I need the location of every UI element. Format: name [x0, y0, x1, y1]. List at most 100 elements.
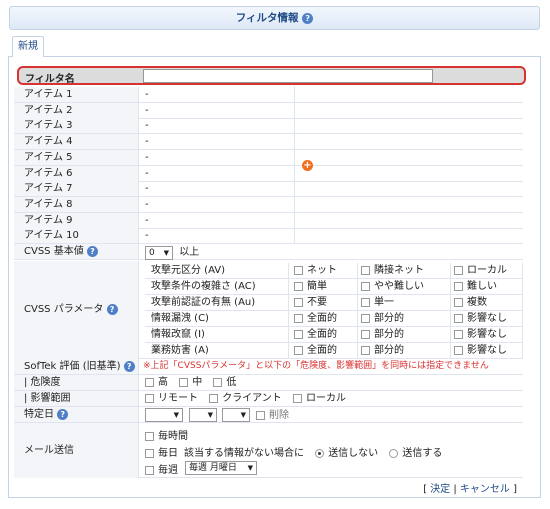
ok-link[interactable]: 決定	[430, 484, 450, 495]
softek-row: SofTek 評価 (旧基準) ? ※上記「CVSSパラメータ」と以下の「危険度…	[14, 359, 523, 375]
item-row: アイテム 4-	[14, 134, 523, 151]
weekday-select[interactable]: 毎週 月曜日 ▼	[185, 461, 257, 475]
danger-label: | 危険度	[24, 377, 61, 388]
no-send-radio[interactable]	[315, 448, 325, 458]
cvss-params-block: CVSS パラメータ ? 攻撃元区分 (AV) ネット 隣接ネット ローカル 攻撃条件の…	[14, 261, 523, 359]
cvss-option-checkbox[interactable]	[454, 313, 463, 323]
scope-client-checkbox[interactable]	[209, 393, 219, 403]
item-value: -	[145, 104, 149, 116]
mail-hourly-checkbox[interactable]	[145, 431, 154, 441]
item-row: アイテム 2-	[14, 102, 523, 119]
cvss-option-label: 全面的	[307, 329, 337, 340]
item-value: -	[145, 136, 149, 148]
softek-label: SofTek 評価 (旧基準)	[24, 361, 121, 372]
chevron-down-icon: ▼	[163, 249, 169, 257]
help-icon[interactable]: ?	[123, 360, 135, 372]
danger-low-checkbox[interactable]	[213, 377, 223, 387]
cvss-param-label: 業務妨害 (A)	[145, 343, 289, 358]
item-value: -	[145, 120, 149, 132]
cvss-param-label: 攻撃元区分 (AV)	[145, 263, 289, 278]
date-year-select[interactable]: ▼	[145, 408, 183, 422]
footer: [ 決定 | キャンセル ]	[423, 484, 517, 495]
date-delete-checkbox[interactable]	[256, 410, 265, 420]
cvss-param-row: 攻撃条件の複雑さ (AC) 簡単 やや難しい 難しい	[145, 279, 523, 295]
cvss-option-label: 影響なし	[467, 345, 507, 356]
chevron-down-icon: ▼	[247, 464, 253, 472]
cvss-option-checkbox[interactable]	[361, 297, 370, 307]
softek-note: ※上記「CVSSパラメータ」と以下の「危険度、影響範囲」を同時には指定できません	[143, 361, 489, 371]
help-icon[interactable]: ?	[302, 12, 314, 24]
scope-label: | 影響範囲	[24, 393, 71, 404]
date-day-select[interactable]: ▼	[222, 408, 250, 422]
cvss-option-label: 複数	[467, 297, 487, 308]
add-item-icon[interactable]: +	[302, 160, 313, 171]
cvss-params-label: CVSS パラメータ	[24, 304, 104, 315]
cvss-option-checkbox[interactable]	[454, 297, 463, 307]
cvss-base-suffix: 以上	[179, 247, 200, 258]
cvss-param-label: 情報改竄 (I)	[145, 327, 289, 342]
send-radio[interactable]	[389, 448, 399, 458]
cvss-option-checkbox[interactable]	[454, 329, 463, 339]
cvss-option-label: ローカル	[467, 265, 507, 276]
item-label: アイテム 3	[14, 118, 139, 134]
item-row: アイテム 10-	[14, 228, 523, 245]
cvss-option-checkbox[interactable]	[361, 281, 370, 291]
filter-name-input[interactable]	[143, 69, 433, 83]
cvss-option-checkbox[interactable]	[454, 345, 463, 355]
mail-weekly-checkbox[interactable]	[145, 465, 154, 475]
cvss-option-checkbox[interactable]	[294, 297, 303, 307]
item-row: アイテム 8-	[14, 196, 523, 213]
mail-row: メール送信 毎時間 毎日 該当する情報がない場合に 送信しない 送信する 毎週 毎…	[14, 423, 523, 478]
tab-new[interactable]: 新規	[12, 36, 44, 57]
cvss-option-checkbox[interactable]	[361, 265, 370, 275]
cvss-param-label: 攻撃前認証の有無 (Au)	[145, 295, 289, 310]
cvss-param-label: 攻撃条件の複雑さ (AC)	[145, 279, 289, 294]
item-label: アイテム 6	[14, 165, 139, 181]
help-icon[interactable]: ?	[57, 408, 69, 420]
item-row: アイテム 6-	[14, 165, 523, 182]
chevron-down-icon: ▼	[240, 411, 246, 419]
cvss-option-checkbox[interactable]	[361, 329, 370, 339]
cvss-option-label: 難しい	[467, 281, 497, 292]
cancel-link[interactable]: キャンセル	[460, 484, 510, 495]
help-icon[interactable]: ?	[86, 245, 98, 257]
cvss-option-checkbox[interactable]	[361, 313, 370, 323]
item-label: アイテム 4	[14, 134, 139, 150]
cvss-param-row: 情報漏洩 (C) 全面的 部分的 影響なし	[145, 311, 523, 327]
cvss-option-checkbox[interactable]	[294, 345, 303, 355]
cvss-base-row: CVSS 基本値 ? 0 ▼ 以上	[14, 244, 523, 260]
cvss-option-checkbox[interactable]	[454, 265, 463, 275]
item-value: -	[145, 183, 149, 195]
cvss-option-checkbox[interactable]	[454, 281, 463, 291]
danger-mid-checkbox[interactable]	[179, 377, 189, 387]
help-icon[interactable]: ?	[106, 303, 118, 315]
cvss-option-checkbox[interactable]	[294, 329, 303, 339]
cvss-param-row: 攻撃元区分 (AV) ネット 隣接ネット ローカル	[145, 263, 523, 279]
cvss-option-checkbox[interactable]	[294, 281, 303, 291]
item-label: アイテム 10	[14, 228, 139, 244]
mail-daily-checkbox[interactable]	[145, 448, 154, 458]
chevron-down-icon: ▼	[173, 411, 179, 419]
item-row: アイテム 1-	[14, 87, 523, 103]
date-month-select[interactable]: ▼	[189, 408, 217, 422]
cvss-option-checkbox[interactable]	[361, 345, 370, 355]
cvss-option-label: 全面的	[307, 313, 337, 324]
danger-high-checkbox[interactable]	[145, 377, 154, 387]
item-value: -	[145, 151, 149, 163]
date-row: 特定日 ? ▼ ▼ ▼ 削除	[14, 407, 523, 423]
item-value: -	[145, 214, 149, 226]
scope-local-checkbox[interactable]	[292, 393, 302, 403]
item-label: アイテム 8	[14, 196, 139, 212]
cvss-option-label: 部分的	[374, 345, 404, 356]
danger-row: | 危険度 高 中 低	[14, 375, 523, 391]
scope-remote-checkbox[interactable]	[145, 393, 154, 403]
cvss-option-label: 隣接ネット	[374, 265, 424, 276]
cvss-param-row: 情報改竄 (I) 全面的 部分的 影響なし	[145, 327, 523, 343]
filter-name-row: フィルタ名	[17, 66, 526, 85]
cvss-option-checkbox[interactable]	[294, 265, 303, 275]
cvss-param-row: 業務妨害 (A) 全面的 部分的 影響なし	[145, 343, 523, 359]
divider	[294, 86, 295, 243]
item-label: アイテム 1	[14, 87, 139, 102]
cvss-option-checkbox[interactable]	[294, 313, 303, 323]
cvss-base-select[interactable]: 0 ▼	[145, 246, 173, 260]
